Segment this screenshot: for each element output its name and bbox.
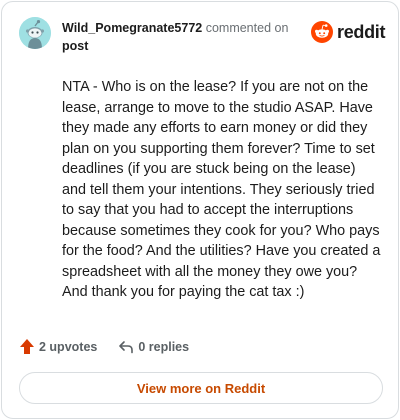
commented-on-text: commented on (202, 21, 289, 35)
upvote-count: 2 upvotes (39, 339, 98, 354)
user-avatar-icon[interactable] (19, 17, 51, 49)
post-link[interactable]: post (62, 39, 88, 53)
comment-body: NTA - Who is on the lease? If you are no… (62, 79, 381, 300)
reply-count: 0 replies (138, 339, 190, 354)
reddit-wordmark: reddit (337, 21, 386, 42)
upvote-button[interactable]: 2 upvotes (19, 338, 97, 355)
reddit-comment-embed: Wild_Pomegranate5772 commented on post r… (1, 1, 399, 419)
upvote-arrow-icon (20, 339, 34, 354)
comment-actions: 2 upvotes 0 replies (19, 338, 189, 355)
reddit-brand[interactable]: reddit (311, 21, 386, 43)
reddit-logo-icon (311, 21, 333, 43)
view-more-button[interactable]: View more on Reddit (19, 372, 383, 404)
reply-button[interactable]: 0 replies (118, 340, 189, 354)
username-link[interactable]: Wild_Pomegranate5772 (62, 21, 202, 35)
comment-header: Wild_Pomegranate5772 commented on post (62, 19, 302, 55)
view-more-label: View more on Reddit (136, 380, 266, 396)
reply-arrow-icon (119, 340, 134, 353)
